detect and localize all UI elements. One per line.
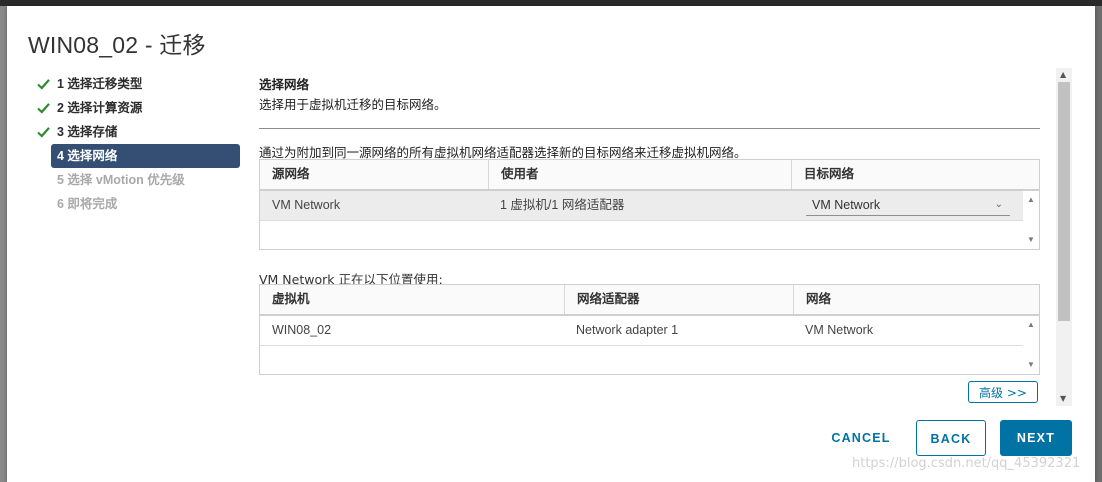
wizard-steps: 1 选择迁移类型 2 选择计算资源 3 选择存储 4 选择网络 5 选择 vMo… bbox=[31, 72, 241, 216]
network-mapping-table: 源网络 使用者 目标网络 VM Network 1 虚拟机/1 网络适配器 VM… bbox=[259, 159, 1040, 250]
check-icon bbox=[37, 127, 50, 138]
section-title: 选择网络 bbox=[259, 78, 310, 92]
destination-network-select[interactable]: VM Network ⌄ bbox=[806, 194, 1010, 216]
table-header: 源网络 使用者 目标网络 bbox=[260, 160, 1039, 191]
check-icon bbox=[37, 79, 50, 90]
column-header-vm[interactable]: 虚拟机 bbox=[260, 285, 564, 314]
cell-vm: WIN08_02 bbox=[272, 323, 332, 337]
step-3-label: 3 选择存储 bbox=[57, 125, 118, 139]
section-description: 选择用于虚拟机迁移的目标网络。 bbox=[259, 97, 447, 112]
step-2[interactable]: 2 选择计算资源 bbox=[31, 96, 241, 120]
scroll-up-icon[interactable]: ▲ bbox=[1060, 70, 1066, 79]
advanced-button[interactable]: 高级 >> bbox=[968, 381, 1038, 403]
table-row[interactable]: VM Network 1 虚拟机/1 网络适配器 VM Network ⌄ bbox=[260, 191, 1023, 221]
column-header-network-adapter[interactable]: 网络适配器 bbox=[564, 285, 793, 314]
step-5-label: 5 选择 vMotion 优先级 bbox=[57, 173, 185, 187]
chevron-down-icon: ⌄ bbox=[994, 199, 1003, 210]
scroll-down-icon[interactable]: ▼ bbox=[1027, 360, 1035, 369]
back-button[interactable]: BACK bbox=[916, 420, 986, 456]
scroll-up-icon[interactable]: ▲ bbox=[1027, 320, 1035, 329]
table-header: 虚拟机 网络适配器 网络 bbox=[260, 285, 1039, 316]
step-1[interactable]: 1 选择迁移类型 bbox=[31, 72, 241, 96]
watermark: https://blog.csdn.net/qq_45392321 bbox=[852, 456, 1081, 471]
section-divider bbox=[259, 128, 1040, 129]
check-icon bbox=[37, 103, 50, 114]
cell-source-network: VM Network bbox=[272, 198, 341, 212]
cell-network-adapter: Network adapter 1 bbox=[576, 323, 679, 337]
cancel-button[interactable]: CANCEL bbox=[826, 420, 896, 456]
step-5: 5 选择 vMotion 优先级 bbox=[31, 168, 241, 192]
table-scrollbar[interactable]: ▲ ▼ bbox=[1023, 191, 1039, 248]
step-6-label: 6 即将完成 bbox=[57, 197, 118, 211]
dialog-title: WIN08_02 - 迁移 bbox=[28, 32, 206, 58]
step-4-label: 4 选择网络 bbox=[57, 149, 118, 163]
step-4-active[interactable]: 4 选择网络 bbox=[51, 144, 240, 168]
table-scrollbar[interactable]: ▲ ▼ bbox=[1023, 316, 1039, 373]
scrollbar-thumb[interactable] bbox=[1058, 82, 1070, 321]
step-2-label: 2 选择计算资源 bbox=[57, 101, 143, 115]
step-6: 6 即将完成 bbox=[31, 192, 241, 216]
step-1-label: 1 选择迁移类型 bbox=[57, 77, 143, 91]
content-scrollbar[interactable]: ▲ ▼ bbox=[1056, 68, 1072, 406]
column-header-destination-network[interactable]: 目标网络 bbox=[791, 160, 1039, 189]
next-button[interactable]: NEXT bbox=[1000, 420, 1072, 456]
scroll-up-icon[interactable]: ▲ bbox=[1027, 195, 1035, 204]
scroll-down-icon[interactable]: ▼ bbox=[1027, 235, 1035, 244]
network-usage-table: 虚拟机 网络适配器 网络 WIN08_02 Network adapter 1 … bbox=[259, 284, 1040, 375]
destination-network-value: VM Network bbox=[812, 198, 881, 212]
migrate-dialog: WIN08_02 - 迁移 1 选择迁移类型 2 选择计算资源 3 选择存储 4… bbox=[7, 6, 1095, 482]
table-row[interactable]: WIN08_02 Network adapter 1 VM Network bbox=[260, 316, 1023, 346]
step-content: 选择网络 选择用于虚拟机迁移的目标网络。 bbox=[259, 74, 1045, 112]
step-3[interactable]: 3 选择存储 bbox=[31, 120, 241, 144]
column-header-source-network[interactable]: 源网络 bbox=[260, 160, 488, 189]
cell-used-by: 1 虚拟机/1 网络适配器 bbox=[500, 198, 625, 212]
scroll-down-icon[interactable]: ▼ bbox=[1060, 394, 1066, 403]
column-header-used-by[interactable]: 使用者 bbox=[488, 160, 791, 189]
column-header-network[interactable]: 网络 bbox=[793, 285, 1039, 314]
cell-network: VM Network bbox=[805, 323, 874, 337]
